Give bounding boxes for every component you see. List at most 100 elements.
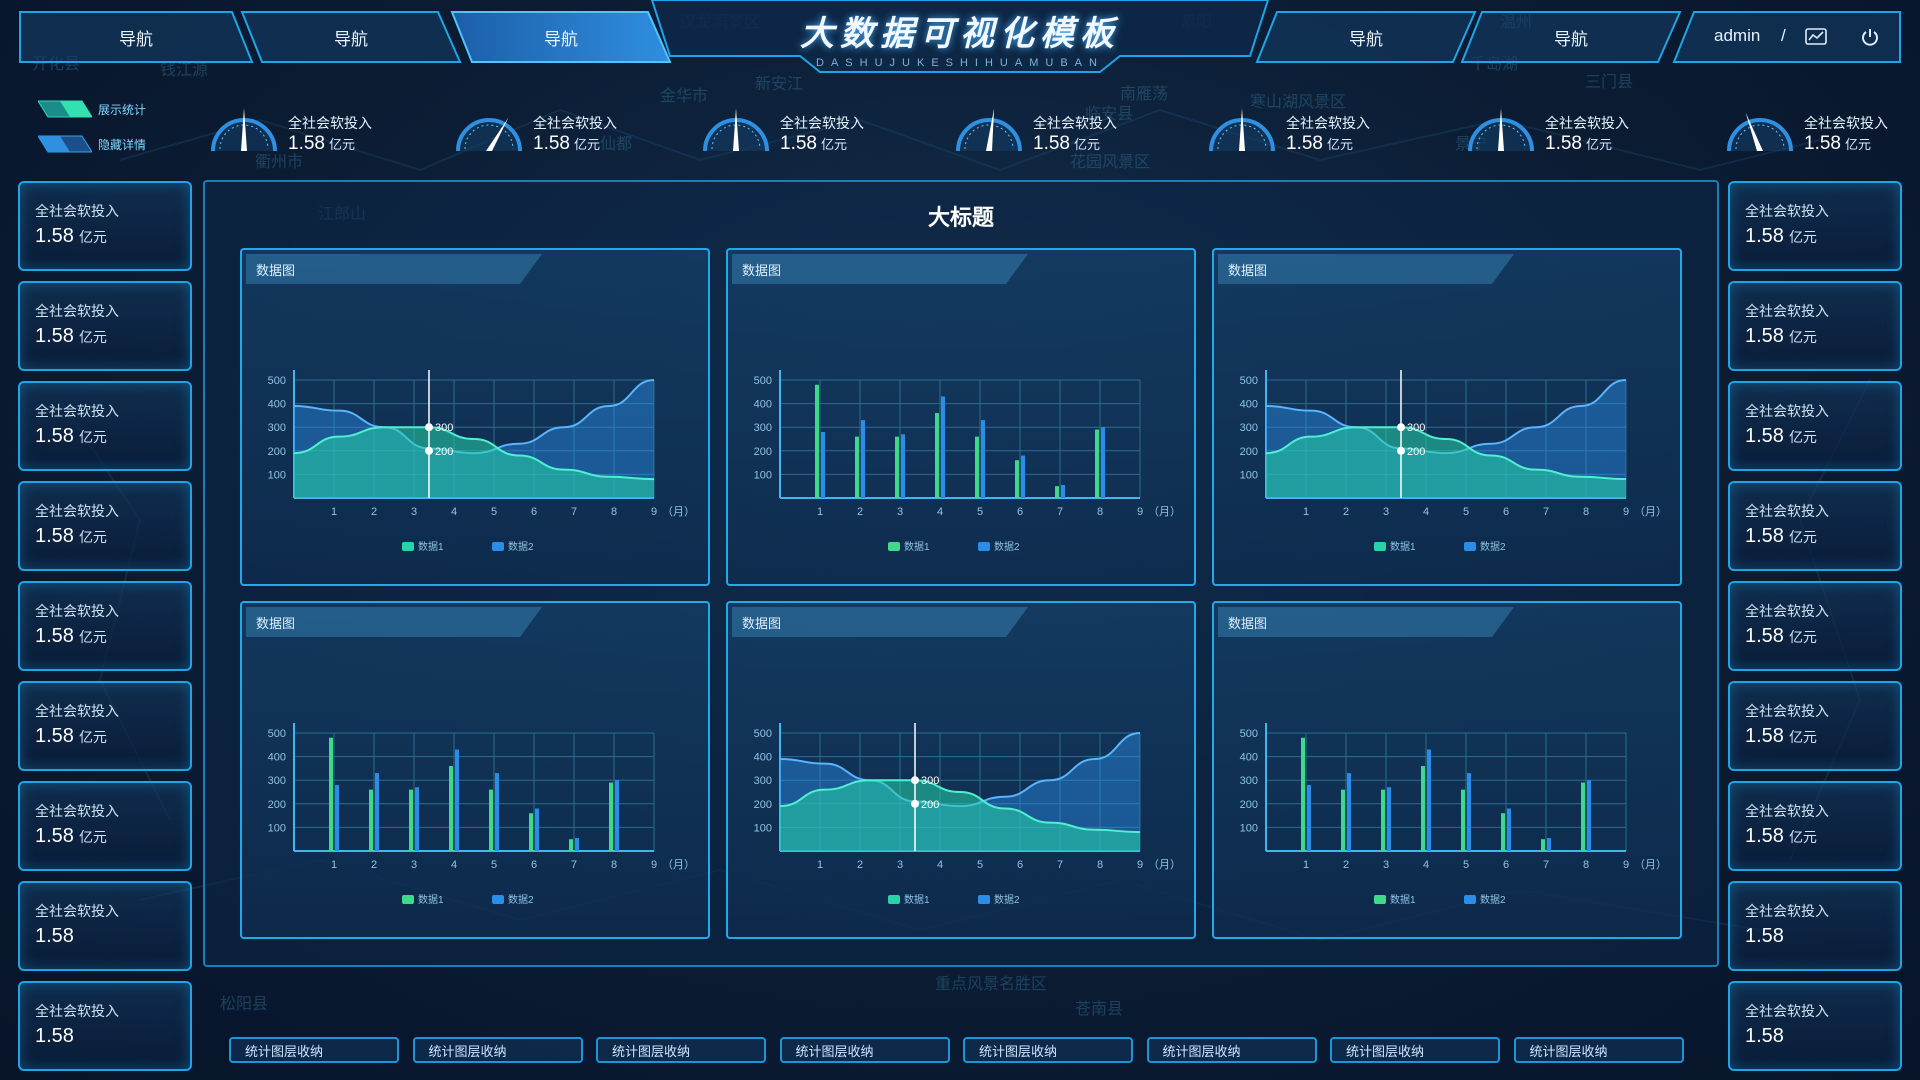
stat-card[interactable]: 全社会软投入 1.58 亿元 [18, 681, 192, 771]
bar-mark [1381, 789, 1385, 851]
legend-swatch [492, 542, 504, 551]
x-tick-label: 3 [897, 506, 903, 518]
collapse-layer-button[interactable]: 统计图层收纳 [1146, 1037, 1317, 1063]
collapse-layer-button[interactable]: 统计图层收纳 [596, 1037, 766, 1063]
stat-card-value: 1.58 [35, 425, 74, 447]
stat-card-label: 全社会软投入 [35, 503, 119, 519]
y-tick-label: 200 [1240, 799, 1258, 811]
nav-tab-label: 导航 [1349, 29, 1383, 49]
gauge-value: 1.58 [1804, 133, 1841, 154]
stat-card-label: 全社会软投入 [35, 603, 119, 619]
stat-card[interactable]: 全社会软投入 1.58 [1728, 981, 1902, 1071]
nav-tab-3-active[interactable]: 导航 [450, 10, 672, 64]
x-tick-label: 6 [1017, 859, 1023, 871]
stat-card[interactable]: 全社会软投入 1.58 [1728, 881, 1902, 971]
y-tick-label: 200 [754, 799, 772, 811]
stat-card[interactable]: 全社会软投入 1.58 亿元 [18, 381, 192, 471]
stat-card-label: 全社会软投入 [1745, 1003, 1829, 1019]
stat-card-value-row: 1.58 亿元 [35, 225, 107, 248]
stat-card[interactable]: 全社会软投入 1.58 [18, 881, 192, 971]
x-tick-label: 8 [1583, 859, 1589, 871]
nav-tab-2[interactable]: 导航 [240, 10, 462, 64]
highlight-value-label: 200 [435, 446, 453, 458]
x-tick-label: 8 [1097, 506, 1103, 518]
highlight-point [1397, 423, 1405, 432]
legend-swatch [1464, 542, 1476, 551]
gauge-dial-icon [1468, 108, 1534, 152]
x-tick-label: 5 [977, 859, 983, 871]
x-tick-label: 7 [1543, 859, 1549, 871]
stat-card[interactable]: 全社会软投入 1.58 亿元 [1728, 481, 1902, 571]
stat-card-label: 全社会软投入 [35, 203, 119, 219]
bar-mark [1547, 838, 1551, 851]
y-tick-label: 300 [268, 775, 286, 787]
gauge-card: 全社会软投入 1.58 亿元 [455, 97, 685, 165]
y-tick-label: 500 [754, 375, 772, 387]
nav-tab-1[interactable]: 导航 [18, 10, 254, 64]
stat-card-label: 全社会软投入 [1745, 503, 1829, 519]
bar-mark [821, 431, 825, 498]
bar-mark [1387, 787, 1391, 851]
stat-card[interactable]: 全社会软投入 1.58 亿元 [1728, 781, 1902, 871]
highlight-value-label: 200 [921, 799, 939, 811]
stat-card[interactable]: 全社会软投入 1.58 亿元 [1728, 581, 1902, 671]
gauge-unit: 亿元 [328, 137, 355, 152]
stat-card-label: 全社会软投入 [35, 303, 119, 319]
stat-card-unit: 亿元 [78, 329, 107, 345]
stat-card[interactable]: 全社会软投入 1.58 亿元 [18, 181, 192, 271]
legend-label: 数据1 [418, 540, 444, 553]
collapse-layer-button[interactable]: 统计图层收纳 [412, 1037, 583, 1063]
collapse-layer-button[interactable]: 统计图层收纳 [229, 1037, 399, 1063]
stat-card[interactable]: 全社会软投入 1.58 亿元 [18, 581, 192, 671]
gauge-dial-icon [956, 108, 1022, 152]
x-tick-label: 1 [331, 859, 337, 871]
collapse-layer-button[interactable]: 统计图层收纳 [963, 1037, 1133, 1063]
gauge-label: 全社会软投入 [1286, 115, 1370, 131]
highlight-value-label: 300 [435, 422, 453, 434]
stat-card[interactable]: 全社会软投入 1.58 亿元 [1728, 281, 1902, 371]
legend-label: 数据2 [508, 540, 534, 553]
stat-card[interactable]: 全社会软投入 1.58 亿元 [1728, 681, 1902, 771]
stat-card-value: 1.58 [35, 325, 74, 347]
chart-panel: 数据图 100 200 300 400 500 1 2 3 4 5 6 7 8 9 （月） 300 200 数据1… [1212, 248, 1682, 586]
stat-card[interactable]: 全社会软投入 1.58 亿元 [18, 281, 192, 371]
legend-swatch [978, 895, 990, 904]
toggle-show-stats[interactable]: 展示统计 [38, 100, 146, 118]
stat-card[interactable]: 全社会软投入 1.58 亿元 [18, 481, 192, 571]
power-icon[interactable] [1860, 27, 1880, 52]
stat-card-unit: 亿元 [78, 729, 107, 745]
highlight-point [1397, 446, 1405, 455]
chart-panel: 数据图 100 200 300 400 500 1 2 3 4 5 6 7 8 9 （月） 数据1 数据2 [726, 248, 1196, 586]
nav-tab-4[interactable]: 导航 [1255, 10, 1477, 64]
stat-card[interactable]: 全社会软投入 1.58 亿元 [1728, 181, 1902, 271]
user-name[interactable]: admin [1714, 26, 1760, 46]
gauge-dial-icon [1727, 112, 1793, 152]
legend-label: 数据2 [1480, 540, 1506, 553]
stat-card-label: 全社会软投入 [35, 803, 119, 819]
main-title: 大标题 [927, 205, 994, 230]
bar-mark [455, 749, 459, 851]
collapse-layer-button[interactable]: 统计图层收纳 [1513, 1037, 1684, 1063]
stat-card-value: 1.58 [35, 625, 74, 647]
stat-card[interactable]: 全社会软投入 1.58 [18, 981, 192, 1071]
toggle-hide-details[interactable]: 隐藏详情 [38, 135, 146, 153]
collapse-layer-button[interactable]: 统计图层收纳 [779, 1037, 950, 1063]
gauge-value-row: 1.58 亿元 [1804, 133, 1871, 155]
monitor-chart-icon[interactable] [1805, 27, 1827, 52]
stat-card[interactable]: 全社会软投入 1.58 亿元 [18, 781, 192, 871]
x-axis-unit: （月） [662, 505, 695, 518]
collapse-layer-button[interactable]: 统计图层收纳 [1330, 1037, 1500, 1063]
x-tick-label: 3 [897, 859, 903, 871]
bar-mark [329, 737, 333, 851]
stat-card[interactable]: 全社会软投入 1.58 亿元 [1728, 381, 1902, 471]
x-tick-label: 6 [531, 859, 537, 871]
x-tick-label: 4 [1423, 859, 1429, 871]
x-tick-label: 7 [571, 859, 577, 871]
chart-panel: 数据图 100 200 300 400 500 1 2 3 4 5 6 7 8 9 （月） 数据1 数据2 [240, 601, 710, 939]
nav-tab-5[interactable]: 导航 [1460, 10, 1682, 64]
bar-mark [1587, 780, 1591, 851]
legend-label: 数据1 [1390, 540, 1416, 553]
stat-card-value-row: 1.58 亿元 [1745, 825, 1817, 848]
y-tick-label: 500 [268, 728, 286, 740]
x-tick-label: 4 [937, 506, 943, 518]
